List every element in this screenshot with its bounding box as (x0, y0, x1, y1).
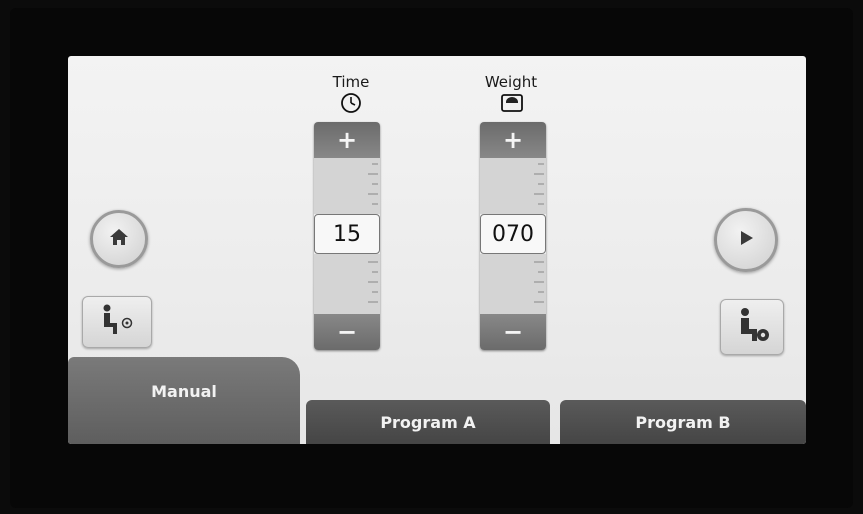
play-icon (736, 228, 756, 252)
tab-program-a-label: Program A (380, 412, 476, 432)
user-profile-button[interactable] (82, 296, 152, 348)
time-decrease-button[interactable]: − (314, 314, 380, 350)
tab-program-b[interactable]: Program B (560, 400, 806, 444)
touch-screen: Time Weight + 15 − + 070 − Manual Progra… (68, 56, 806, 444)
tab-program-a[interactable]: Program A (306, 400, 550, 444)
time-stepper[interactable]: + 15 − (314, 122, 380, 350)
weight-stepper[interactable]: + 070 − (480, 122, 546, 350)
tab-manual-label: Manual (151, 382, 217, 401)
weight-label: Weight (484, 73, 538, 91)
tab-manual[interactable]: Manual (68, 357, 300, 444)
tab-program-b-label: Program B (635, 412, 731, 432)
weight-scale-upper (480, 158, 546, 214)
weight-value: 070 (480, 214, 546, 254)
seated-user-settings-icon (731, 306, 773, 348)
time-value: 15 (314, 214, 380, 254)
weight-decrease-button[interactable]: − (480, 314, 546, 350)
time-label: Time (332, 73, 370, 91)
user-settings-button[interactable] (720, 299, 784, 355)
seated-user-icon (97, 303, 137, 341)
weight-scale-lower (480, 254, 546, 314)
weight-increase-button[interactable]: + (480, 122, 546, 158)
clock-icon (338, 92, 364, 114)
home-button[interactable] (90, 210, 148, 268)
scale-icon (499, 92, 525, 114)
home-icon (108, 227, 130, 251)
time-scale-lower (314, 254, 380, 314)
start-button[interactable] (714, 208, 778, 272)
time-increase-button[interactable]: + (314, 122, 380, 158)
time-scale-upper (314, 158, 380, 214)
